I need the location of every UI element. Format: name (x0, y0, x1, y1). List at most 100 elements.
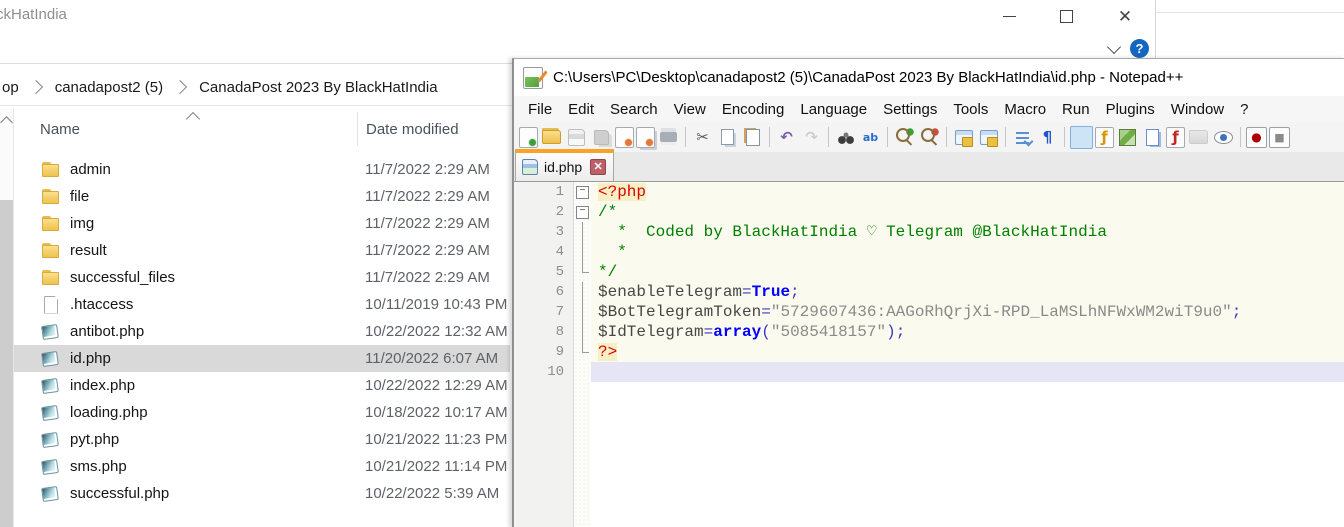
stop-playback-icon[interactable]: ■ (1269, 127, 1290, 148)
breadcrumb-item[interactable]: CanadaPost 2023 By BlackHatIndia (197, 79, 439, 96)
code-text[interactable]: $BotTelegramToken="5729607436:AAGoRhQrjX… (591, 302, 1344, 322)
help-button[interactable]: ? (1130, 39, 1149, 58)
file-row[interactable]: pyt.php10/21/2022 11:23 PM (14, 426, 510, 453)
file-row[interactable]: sms.php10/21/2022 11:14 PM (14, 453, 510, 480)
menu-item-language[interactable]: Language (792, 101, 875, 118)
code-line[interactable]: 5*/ (516, 262, 1344, 282)
sync-vertical-icon[interactable] (952, 126, 975, 149)
close-button[interactable]: ✕ (1108, 2, 1142, 30)
menu-item-edit[interactable]: Edit (560, 101, 602, 118)
file-row[interactable]: successful.php10/22/2022 5:39 AM (14, 480, 510, 507)
code-text[interactable]: <?php (591, 182, 1344, 202)
fold-margin[interactable]: − (574, 202, 591, 222)
file-row[interactable]: admin11/7/2022 2:29 AM (14, 156, 510, 183)
function-list-icon[interactable]: ƒ (1095, 127, 1114, 148)
menu-item-window[interactable]: Window (1163, 101, 1232, 118)
menu-item-tools[interactable]: Tools (945, 101, 996, 118)
file-row[interactable]: img11/7/2022 2:29 AM (14, 210, 510, 237)
paste-icon[interactable] (741, 126, 764, 149)
code-text[interactable]: $enableTelegram=True; (591, 282, 1344, 302)
fold-margin[interactable] (574, 242, 591, 262)
monitoring-icon[interactable] (1212, 126, 1235, 149)
editor-background[interactable] (591, 382, 1344, 527)
code-text[interactable]: */ (591, 262, 1344, 282)
code-text[interactable]: $IdTelegram=array("5085418157"); (591, 322, 1344, 342)
menu-item-[interactable]: ? (1232, 101, 1256, 118)
file-row[interactable]: file11/7/2022 2:29 AM (14, 183, 510, 210)
fold-collapse-icon[interactable]: − (576, 186, 589, 199)
fold-margin[interactable] (574, 302, 591, 322)
fold-margin[interactable]: − (574, 182, 591, 202)
file-row[interactable]: antibot.php10/22/2022 12:32 AM (14, 318, 510, 345)
indent-guide-icon[interactable] (1070, 126, 1093, 149)
menu-item-run[interactable]: Run (1054, 101, 1098, 118)
code-line[interactable]: 7$BotTelegramToken="5729607436:AAGoRhQrj… (516, 302, 1344, 322)
file-row[interactable]: index.php10/22/2022 12:29 AM (14, 372, 510, 399)
maximize-button[interactable] (1049, 2, 1083, 30)
fold-margin[interactable] (574, 282, 591, 302)
code-text[interactable]: * Coded by BlackHatIndia ♡ Telegram @Bla… (591, 222, 1344, 242)
folder-workspace-icon[interactable] (1187, 126, 1210, 149)
code-line[interactable]: 8$IdTelegram=array("5085418157"); (516, 322, 1344, 342)
menu-item-plugins[interactable]: Plugins (1098, 101, 1163, 118)
file-row[interactable]: .htaccess10/11/2019 10:43 PM (14, 291, 510, 318)
replace-icon[interactable]: ab (859, 126, 882, 149)
open-icon[interactable] (540, 126, 563, 149)
column-divider[interactable] (357, 112, 358, 146)
ribbon-expand-chevron-icon[interactable] (1107, 40, 1121, 54)
file-row[interactable]: successful_files11/7/2022 2:29 AM (14, 264, 510, 291)
tab-close-icon[interactable]: ✕ (590, 159, 606, 175)
code-line[interactable]: 2−/* (516, 202, 1344, 222)
menu-item-encoding[interactable]: Encoding (714, 101, 793, 118)
print-icon[interactable] (657, 126, 680, 149)
tab-id-php[interactable]: id.php ✕ (515, 149, 614, 181)
code-line[interactable]: 4 * (516, 242, 1344, 262)
menu-item-view[interactable]: View (666, 101, 714, 118)
zoom-in-icon[interactable] (893, 126, 916, 149)
zoom-out-icon[interactable] (918, 126, 941, 149)
file-row[interactable]: loading.php10/18/2022 10:17 AM (14, 399, 510, 426)
close-all-icon[interactable] (636, 127, 655, 148)
breadcrumb-item[interactable]: op (0, 79, 21, 96)
menu-item-macro[interactable]: Macro (996, 101, 1054, 118)
fold-margin[interactable] (574, 222, 591, 242)
breadcrumb-item[interactable]: canadapost2 (5) (53, 79, 165, 96)
code-line[interactable]: 10 (516, 362, 1344, 382)
code-line[interactable]: 6$enableTelegram=True; (516, 282, 1344, 302)
redo-icon[interactable]: ↷ (800, 126, 823, 149)
column-header-name[interactable]: Name (40, 121, 80, 138)
close-icon[interactable] (615, 127, 634, 148)
undo-icon[interactable]: ↶ (775, 126, 798, 149)
document-list-icon[interactable] (1141, 126, 1164, 149)
record-macro-icon[interactable]: ● (1246, 127, 1267, 148)
word-wrap-icon[interactable] (1011, 126, 1034, 149)
new-file-icon[interactable] (519, 127, 538, 148)
code-text[interactable] (591, 362, 1344, 382)
code-text[interactable]: * (591, 242, 1344, 262)
code-line[interactable]: 3 * Coded by BlackHatIndia ♡ Telegram @B… (516, 222, 1344, 242)
file-row[interactable]: id.php11/20/2022 6:07 AM (14, 345, 510, 372)
column-header-date-modified[interactable]: Date modified (366, 121, 459, 138)
menu-item-file[interactable]: File (520, 101, 560, 118)
notepadpp-titlebar[interactable]: C:\Users\PC\Desktop\canadapost2 (5)\Cana… (514, 59, 1344, 96)
fold-margin[interactable] (574, 342, 591, 362)
function-panel-icon[interactable]: ƒ (1166, 127, 1185, 148)
sync-horizontal-icon[interactable] (977, 126, 1000, 149)
scrollbar-thumb[interactable] (0, 200, 13, 527)
fold-margin[interactable] (574, 262, 591, 282)
file-row[interactable]: result11/7/2022 2:29 AM (14, 237, 510, 264)
menu-item-settings[interactable]: Settings (875, 101, 945, 118)
code-line[interactable]: 1−<?php (516, 182, 1344, 202)
code-text[interactable]: /* (591, 202, 1344, 222)
fold-margin[interactable] (574, 362, 591, 382)
find-icon[interactable] (834, 126, 857, 149)
menu-item-search[interactable]: Search (602, 101, 666, 118)
code-text[interactable]: ?> (591, 342, 1344, 362)
show-all-characters-icon[interactable]: ¶ (1036, 126, 1059, 149)
cut-icon[interactable]: ✂ (691, 126, 714, 149)
code-editor[interactable]: 1−<?php2−/*3 * Coded by BlackHatIndia ♡ … (516, 182, 1344, 527)
save-icon[interactable] (565, 126, 588, 149)
copy-icon[interactable] (716, 126, 739, 149)
fold-collapse-icon[interactable]: − (576, 206, 589, 219)
document-map-icon[interactable] (1116, 126, 1139, 149)
